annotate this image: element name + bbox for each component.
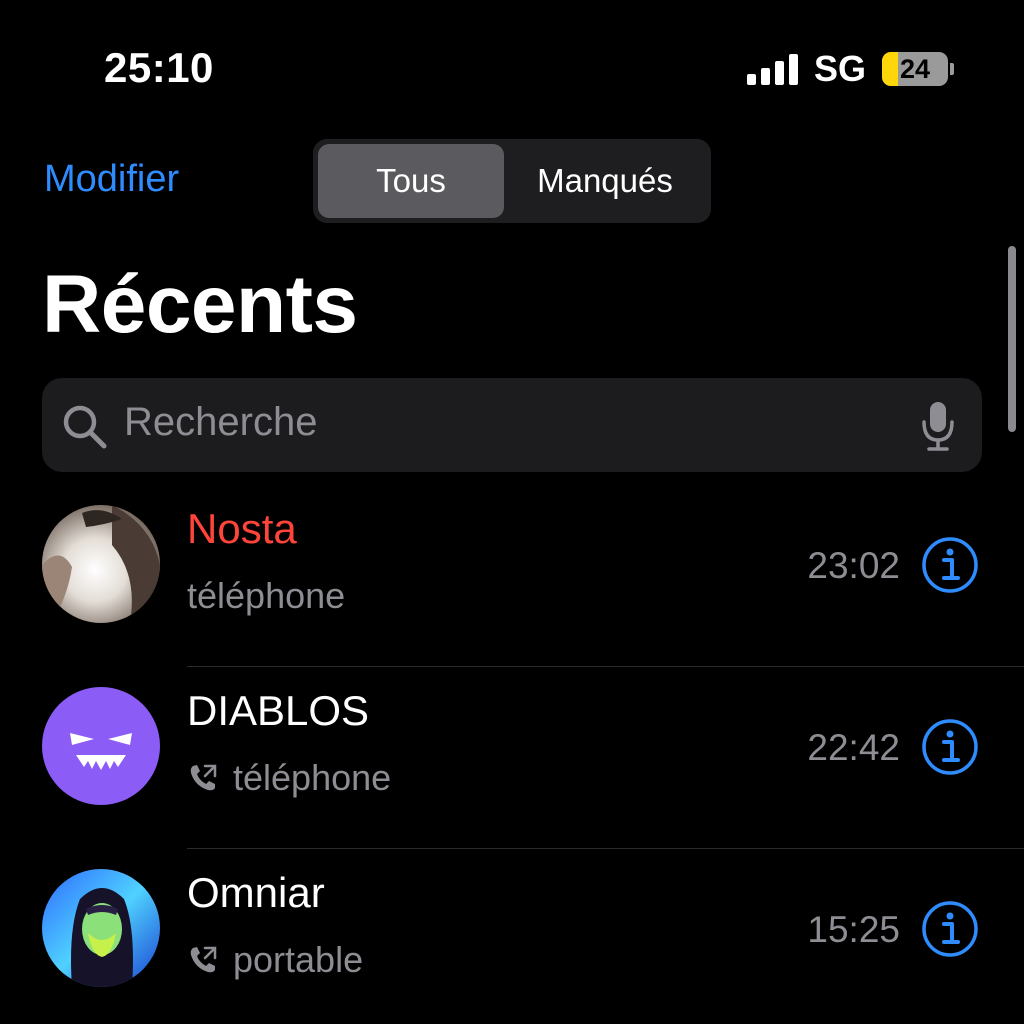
call-type: téléphone: [187, 575, 345, 617]
contact-name: DIABLOS: [187, 687, 370, 734]
microphone-icon[interactable]: [920, 400, 956, 457]
signal-icon: [746, 53, 798, 85]
tab-all[interactable]: Tous: [318, 144, 504, 218]
outgoing-call-icon: [190, 946, 217, 973]
call-type: portable: [187, 939, 363, 981]
avatar: [42, 869, 160, 987]
info-icon[interactable]: [920, 717, 980, 777]
call-type-label: portable: [233, 939, 364, 980]
avatar: [42, 687, 160, 805]
info-icon[interactable]: [920, 899, 980, 959]
search-input[interactable]: Recherche: [124, 400, 317, 445]
outgoing-call-icon: [190, 764, 217, 791]
contact-name: Nosta: [187, 505, 297, 552]
edit-button[interactable]: Modifier: [44, 158, 179, 201]
battery-level: 24: [899, 53, 931, 84]
recents-screen: 25:10 SG 24 Modifier Tous Manqués Récent…: [0, 0, 1024, 1024]
carrier-label: SG: [813, 48, 866, 89]
avatar: [42, 505, 160, 623]
call-type-label: téléphone: [187, 575, 346, 616]
contact-name: Omniar: [187, 869, 325, 916]
status-indicators: SG 24: [746, 48, 954, 90]
scrollbar[interactable]: [1008, 246, 1016, 432]
call-time: 23:02: [807, 545, 900, 586]
page-title: Récents: [42, 259, 358, 350]
call-type: téléphone: [187, 757, 391, 799]
call-row[interactable]: Omniar portable 15:25: [0, 849, 1024, 1024]
battery-icon: 24: [882, 52, 954, 86]
search-icon: [62, 404, 108, 455]
call-time: 22:42: [807, 727, 900, 768]
info-icon[interactable]: [920, 535, 980, 595]
call-row[interactable]: DIABLOS téléphone 22:42: [0, 667, 1024, 849]
call-time: 15:25: [807, 909, 900, 950]
call-type-label: téléphone: [233, 757, 392, 798]
segmented-control: Tous Manqués: [313, 139, 711, 223]
tab-missed[interactable]: Manqués: [504, 144, 706, 218]
status-time: 25:10: [104, 44, 214, 91]
search-bar[interactable]: Recherche: [42, 378, 982, 472]
call-row[interactable]: Nosta téléphone 23:02: [0, 485, 1024, 667]
